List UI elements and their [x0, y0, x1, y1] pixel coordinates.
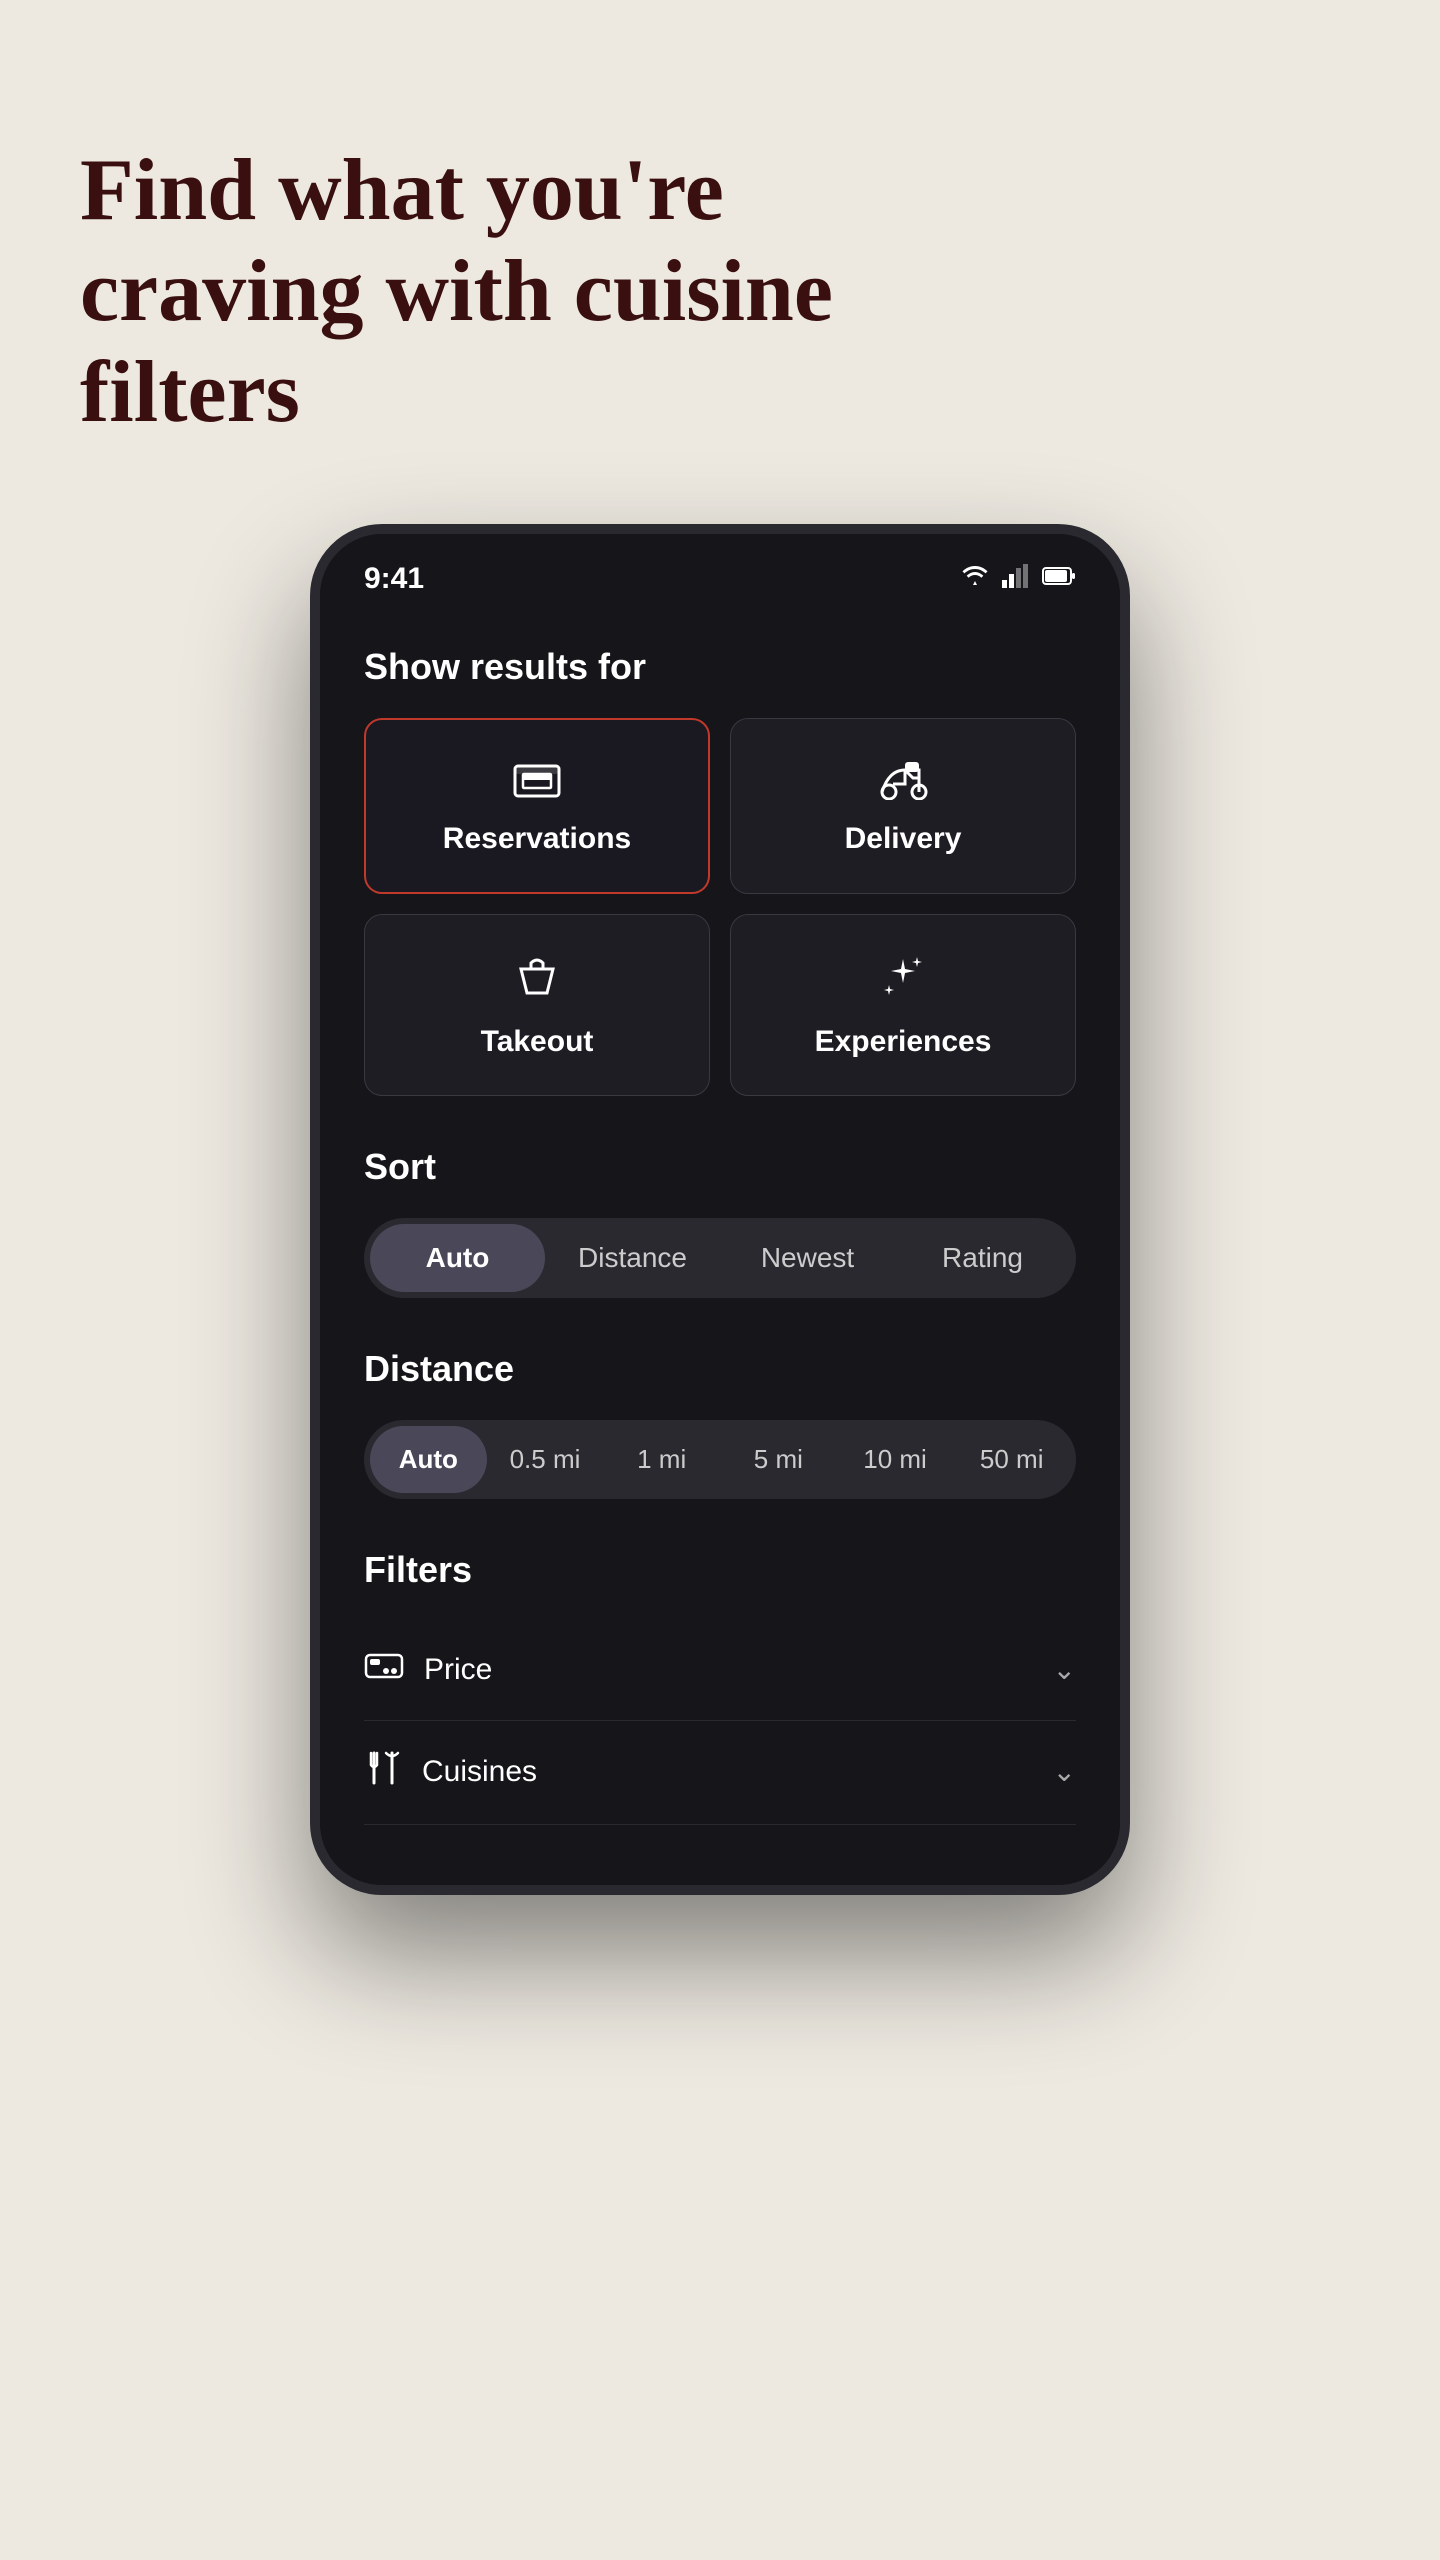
experiences-label: Experiences — [815, 1025, 992, 1059]
signal-icon — [1002, 564, 1030, 593]
cuisines-label: Cuisines — [422, 1755, 537, 1789]
sort-pill-distance[interactable]: Distance — [545, 1224, 720, 1292]
status-time: 9:41 — [364, 562, 424, 596]
price-icon — [364, 1649, 404, 1692]
show-results-label: Show results for — [364, 646, 1076, 688]
takeout-label: Takeout — [481, 1025, 594, 1059]
sort-pills: Auto Distance Newest Rating — [364, 1218, 1076, 1298]
filter-row-price-left: Price — [364, 1649, 492, 1692]
notch — [640, 534, 800, 570]
sort-pill-newest[interactable]: Newest — [720, 1224, 895, 1292]
takeout-icon — [511, 951, 563, 1011]
show-results-section: Show results for Reservations — [364, 646, 1076, 1096]
filter-row-cuisines[interactable]: Cuisines ⌄ — [364, 1721, 1076, 1825]
reservations-icon — [511, 756, 563, 808]
filter-row-cuisines-left: Cuisines — [364, 1749, 537, 1796]
filters-label: Filters — [364, 1549, 1076, 1591]
distance-pills: Auto 0.5 mi 1 mi 5 mi 10 mi 50 mi — [364, 1420, 1076, 1499]
result-card-experiences[interactable]: Experiences — [730, 914, 1076, 1096]
experiences-icon — [877, 951, 929, 1011]
filter-row-price[interactable]: Price ⌄ — [364, 1621, 1076, 1721]
battery-icon — [1042, 566, 1076, 591]
result-type-grid: Reservations — [364, 718, 1076, 1096]
cuisines-icon — [364, 1749, 402, 1796]
distance-pill-0.5mi[interactable]: 0.5 mi — [487, 1426, 604, 1493]
wifi-icon — [960, 563, 990, 595]
page-title: Find what you're craving with cuisine fi… — [80, 140, 860, 444]
distance-section: Distance Auto 0.5 mi 1 mi 5 mi 10 mi 50 … — [364, 1348, 1076, 1499]
result-card-delivery[interactable]: Delivery — [730, 718, 1076, 894]
app-content: Show results for Reservations — [320, 606, 1120, 1885]
distance-pill-1mi[interactable]: 1 mi — [603, 1426, 720, 1493]
price-chevron-icon: ⌄ — [1053, 1653, 1076, 1687]
sort-label: Sort — [364, 1146, 1076, 1188]
sort-pill-rating[interactable]: Rating — [895, 1224, 1070, 1292]
sort-pill-auto[interactable]: Auto — [370, 1224, 545, 1292]
distance-pill-10mi[interactable]: 10 mi — [837, 1426, 954, 1493]
result-card-reservations[interactable]: Reservations — [364, 718, 710, 894]
delivery-label: Delivery — [845, 822, 962, 856]
distance-pill-50mi[interactable]: 50 mi — [953, 1426, 1070, 1493]
status-icons — [960, 563, 1076, 595]
cuisines-chevron-icon: ⌄ — [1053, 1755, 1076, 1789]
page-header: Find what you're craving with cuisine fi… — [60, 80, 880, 524]
phone-shell: 9:41 — [310, 524, 1130, 1895]
result-card-takeout[interactable]: Takeout — [364, 914, 710, 1096]
price-label: Price — [424, 1653, 492, 1687]
distance-label: Distance — [364, 1348, 1076, 1390]
sort-section: Sort Auto Distance Newest Rating — [364, 1146, 1076, 1298]
delivery-icon — [875, 756, 931, 808]
distance-pill-5mi[interactable]: 5 mi — [720, 1426, 837, 1493]
reservations-label: Reservations — [443, 822, 631, 856]
distance-pill-auto[interactable]: Auto — [370, 1426, 487, 1493]
filters-section: Filters Price ⌄ — [364, 1549, 1076, 1825]
